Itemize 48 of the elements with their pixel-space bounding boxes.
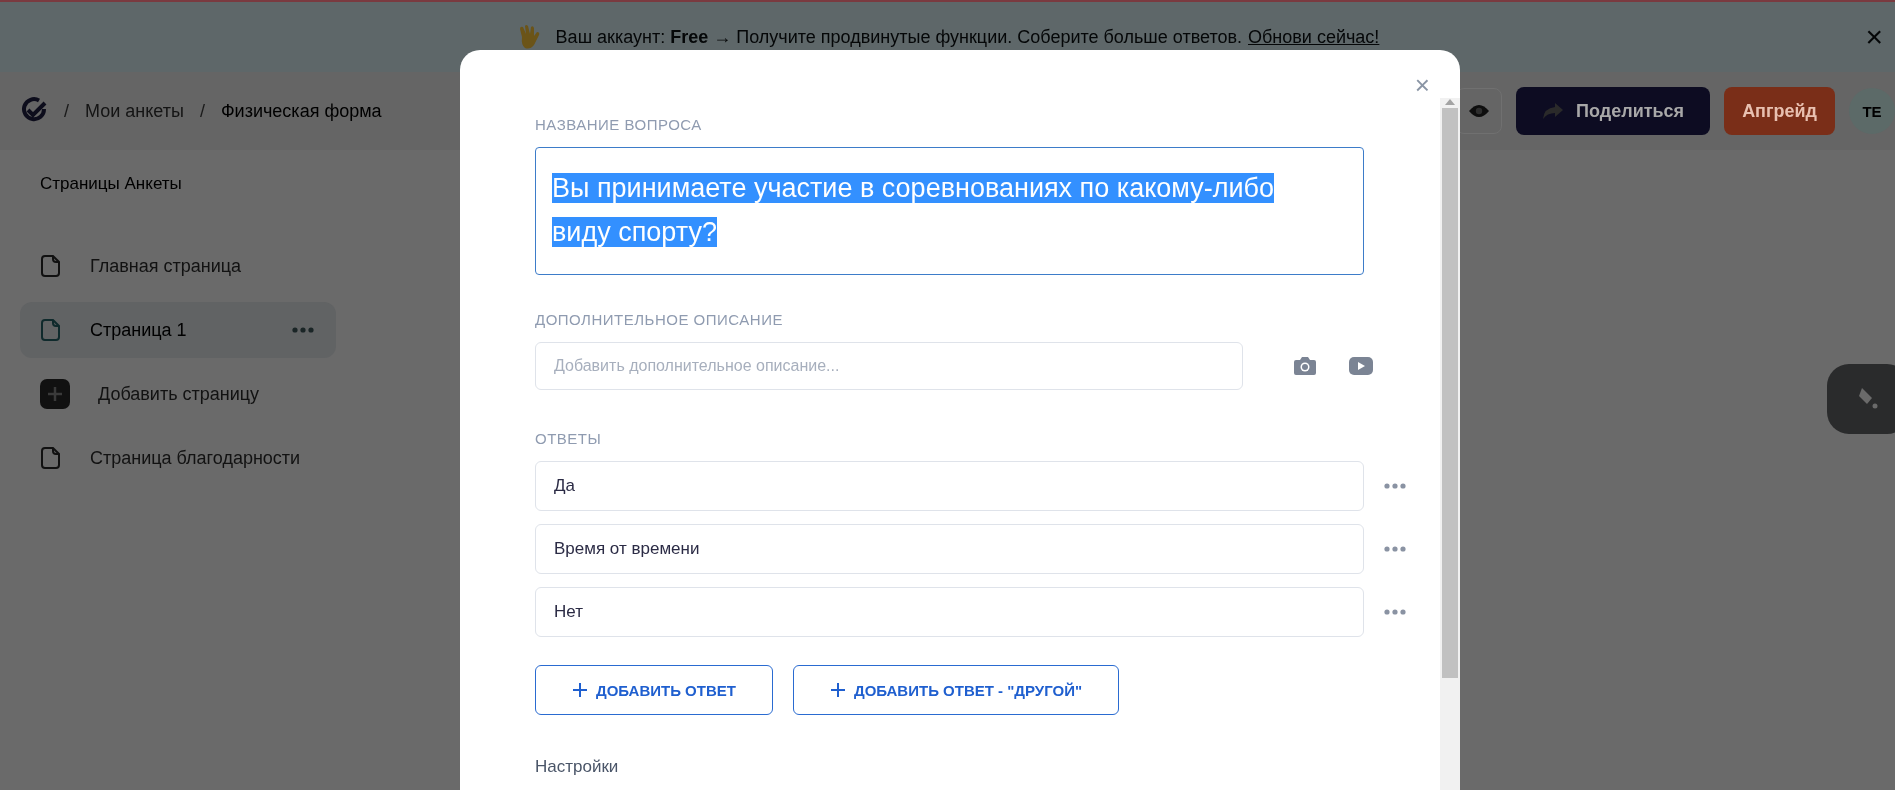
document-icon (40, 254, 62, 278)
banner-text: Ваш аккаунт: Free → Получите продвинутые функции. Соберите больше ответов. (555, 26, 1243, 48)
close-button[interactable]: × (1859, 22, 1889, 52)
scroll-up-icon (1444, 98, 1456, 106)
eye-icon (1468, 103, 1491, 119)
document-icon (40, 446, 62, 470)
field-label: ДОПОЛНИТЕЛЬНОЕ ОПИСАНИЕ (535, 311, 784, 328)
answer-field[interactable]: Нет (535, 587, 1364, 637)
description-field[interactable]: Добавить дополнительное описание... (535, 342, 1243, 390)
add-answer-button[interactable]: ДОБАВИТЬ ОТВЕТ - "ДРУГОЙ" (792, 665, 1120, 715)
document-icon (40, 318, 62, 342)
paint-button[interactable] (1827, 364, 1895, 434)
sidebar-item[interactable]: Главная страница (20, 238, 336, 294)
plus-icon (40, 379, 70, 409)
sidebar-item[interactable]: Страница благодарности (20, 430, 336, 486)
field-label: НАЗВАНИЕ ВОПРОСА (535, 116, 703, 133)
camera-icon (1293, 356, 1317, 376)
sidebar-item-label: Добавить страницу (98, 383, 260, 405)
sidebar-item-label: Страница благодарности (90, 447, 301, 469)
video-play-icon (1349, 357, 1373, 375)
field-label: ОТВЕТЫ (535, 430, 603, 447)
upgrade-button[interactable]: Апгрейд (1724, 87, 1835, 135)
upgrade-link[interactable]: Обнови сейчас! (1248, 26, 1380, 48)
sidebar-item-label: Страница 1 (90, 319, 187, 341)
breadcrumb-link[interactable]: Физическая форма (220, 100, 382, 122)
plus-icon (572, 682, 588, 698)
sidebar-item-label: Главная страница (90, 255, 242, 277)
question-field[interactable]: Вы принимаете участие в соревнованиях по какому-либо виду спорту? (535, 147, 1364, 275)
more-icon (1384, 483, 1406, 489)
sidebar-item[interactable]: Добавить страницу (20, 366, 336, 422)
more-icon (1384, 609, 1406, 615)
close-button[interactable]: × (1414, 72, 1430, 98)
scrollbar[interactable] (1440, 98, 1460, 790)
sidebar-title: Страницы Анкеты (39, 174, 183, 195)
add-answer-button[interactable]: ДОБАВИТЬ ОТВЕТ (535, 665, 773, 715)
answer-field[interactable]: Время от времени (535, 524, 1364, 574)
answer-field[interactable]: Да (535, 461, 1364, 511)
share-button[interactable]: Поделиться (1516, 87, 1711, 135)
plus-icon (829, 682, 846, 698)
share-arrow-icon (1542, 102, 1565, 120)
breadcrumb-link[interactable]: Мои анкеты (85, 100, 184, 122)
breadcrumb-separator: / (199, 100, 205, 122)
user-avatar[interactable]: TE (1849, 88, 1895, 134)
more-icon (292, 327, 314, 333)
breadcrumb-separator: / (64, 100, 69, 122)
more-icon (1384, 546, 1406, 552)
section-title: Настройки (535, 757, 620, 777)
sidebar-item[interactable]: Страница 1 (20, 302, 336, 358)
